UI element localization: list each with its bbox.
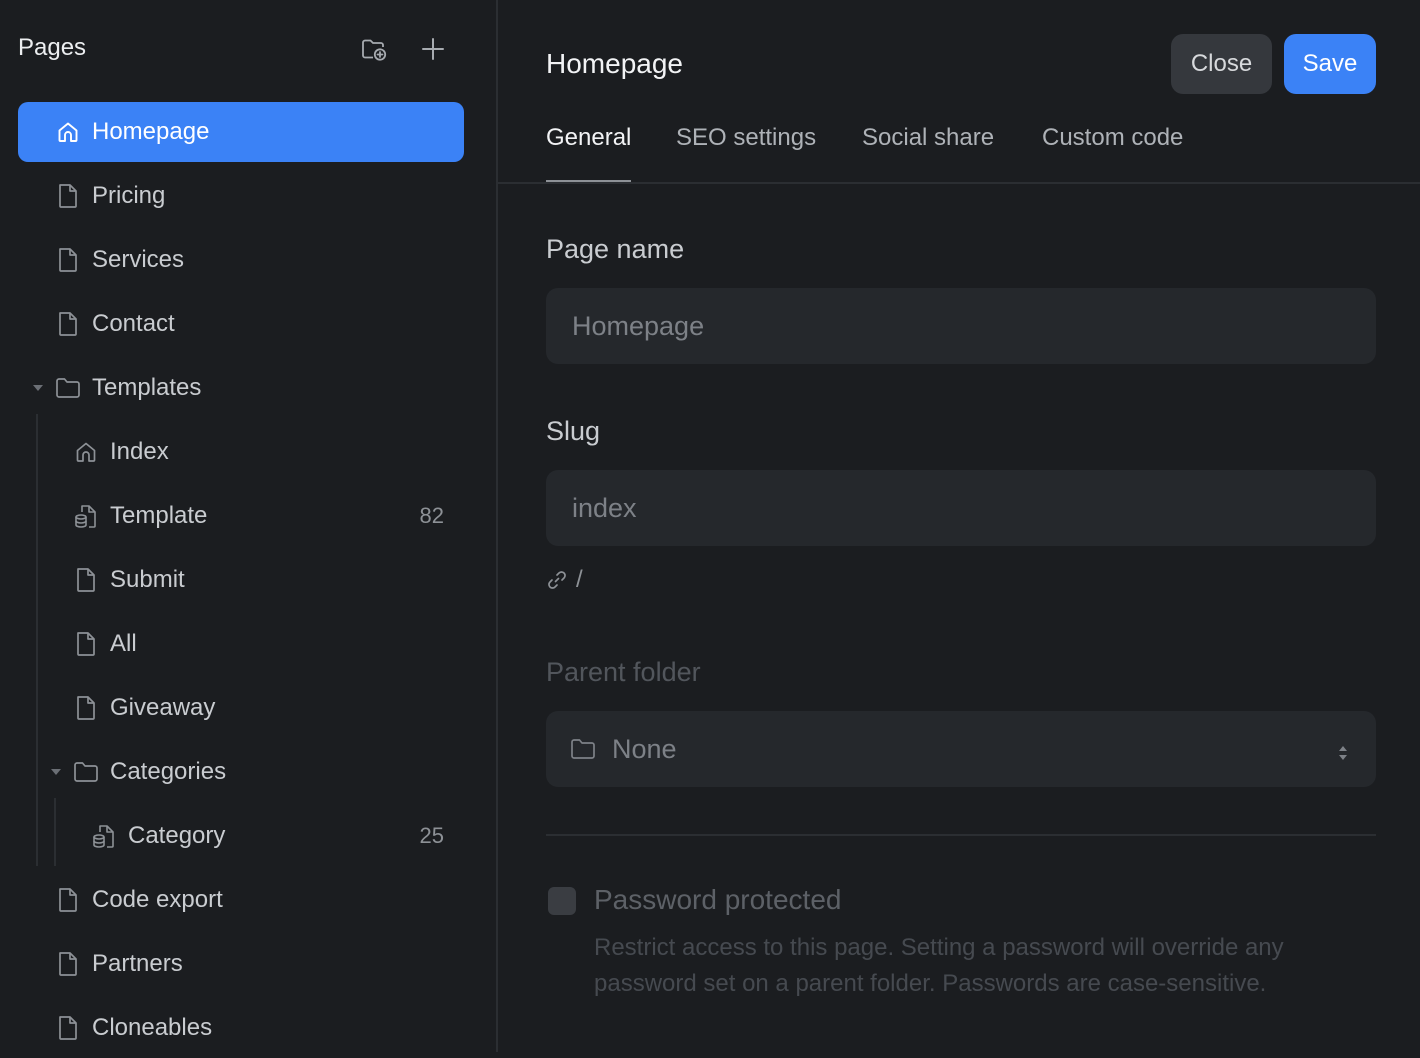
sidebar-item-label: Index — [110, 438, 169, 465]
tab-general[interactable]: General — [546, 124, 632, 182]
sidebar-item-label: Code export — [92, 886, 223, 913]
slug-path: / — [576, 566, 583, 593]
sidebar-item-label: Pricing — [92, 182, 166, 209]
home-icon — [55, 119, 81, 145]
folder-icon — [55, 375, 81, 401]
chevron-up-down-icon — [1338, 739, 1348, 770]
slug-label: Slug — [546, 416, 601, 446]
sidebar-item-homepage[interactable]: Homepage — [18, 102, 464, 162]
password-protected-checkbox[interactable] — [548, 887, 576, 915]
tab-social-share[interactable]: Social share — [862, 124, 994, 180]
folder-plus-icon[interactable] — [357, 32, 391, 66]
sidebar-item-category[interactable]: Category 25 — [18, 806, 464, 866]
folder-icon — [73, 759, 99, 785]
folder-icon — [570, 737, 596, 761]
close-button[interactable]: Close — [1171, 34, 1272, 94]
sidebar-item-categories[interactable]: Categories — [18, 742, 464, 802]
save-button[interactable]: Save — [1284, 34, 1376, 94]
page-icon — [73, 695, 99, 721]
tab-custom-code[interactable]: Custom code — [1042, 124, 1183, 180]
page-icon — [55, 247, 81, 273]
page-title: Homepage — [546, 48, 683, 79]
sidebar-item-pricing[interactable]: Pricing — [18, 166, 464, 226]
sidebar-item-cloneables[interactable]: Cloneables — [18, 998, 464, 1058]
sidebar-item-label: Services — [92, 246, 185, 273]
sidebar-item-submit[interactable]: Submit — [18, 550, 464, 610]
sidebar-item-label: Template — [110, 502, 208, 529]
slug-input[interactable]: index — [546, 470, 1376, 546]
cms-page-icon — [73, 503, 99, 529]
page-name-input[interactable]: Homepage — [546, 288, 1376, 364]
home-icon — [73, 439, 99, 465]
sidebar-item-all[interactable]: All — [18, 614, 464, 674]
sidebar-header: Pages — [18, 30, 458, 66]
sidebar-item-index[interactable]: Index — [18, 422, 464, 482]
sidebar-item-giveaway[interactable]: Giveaway — [18, 678, 464, 738]
sidebar-item-label: Contact — [92, 310, 175, 337]
parent-folder-label: Parent folder — [546, 657, 701, 687]
page-name-label: Page name — [546, 234, 685, 264]
page-icon — [55, 887, 81, 913]
slug-path-hint: / — [546, 566, 583, 594]
page-icon — [55, 951, 81, 977]
sidebar-item-label: Cloneables — [92, 1014, 213, 1041]
sidebar-item-template[interactable]: Template 82 — [18, 486, 464, 546]
page-icon — [55, 1015, 81, 1041]
sidebar-item-code-export[interactable]: Code export — [18, 870, 464, 930]
cms-page-icon — [91, 823, 117, 849]
plus-icon[interactable] — [416, 32, 450, 66]
page-settings-panel: Homepage Close Save General SEO settings… — [498, 0, 1420, 1052]
sidebar-item-partners[interactable]: Partners — [18, 934, 464, 994]
sidebar-item-label: All — [110, 630, 137, 657]
sidebar-item-label: Categories — [110, 758, 227, 785]
sidebar-item-templates[interactable]: Templates — [18, 358, 464, 418]
page-icon — [73, 631, 99, 657]
parent-folder-select[interactable]: None — [546, 711, 1376, 787]
page-icon — [55, 311, 81, 337]
sidebar-item-label: Partners — [92, 950, 183, 977]
tab-seo-settings[interactable]: SEO settings — [676, 124, 816, 180]
page-icon — [55, 183, 81, 209]
item-count-badge: 82 — [419, 503, 444, 528]
page-icon — [73, 567, 99, 593]
password-protected-description: Restrict access to this page. Setting a … — [594, 934, 1284, 997]
sidebar-item-label: Homepage — [92, 118, 210, 145]
section-divider — [546, 834, 1376, 836]
settings-tabs: General SEO settings Social share Custom… — [498, 110, 1420, 184]
sidebar-item-label: Templates — [92, 374, 202, 401]
pages-sidebar: Pages Homepage Pricing Services Contact … — [0, 0, 498, 1052]
parent-folder-value: None — [612, 733, 677, 764]
link-icon — [546, 569, 568, 591]
sidebar-item-services[interactable]: Services — [18, 230, 464, 290]
sidebar-item-contact[interactable]: Contact — [18, 294, 464, 354]
sidebar-item-label: Category — [128, 822, 226, 849]
item-count-badge: 25 — [419, 823, 444, 848]
sidebar-title: Pages — [18, 34, 87, 61]
password-protected-label: Password protected — [594, 884, 842, 915]
sidebar-item-label: Submit — [110, 566, 185, 593]
sidebar-item-label: Giveaway — [110, 694, 216, 721]
